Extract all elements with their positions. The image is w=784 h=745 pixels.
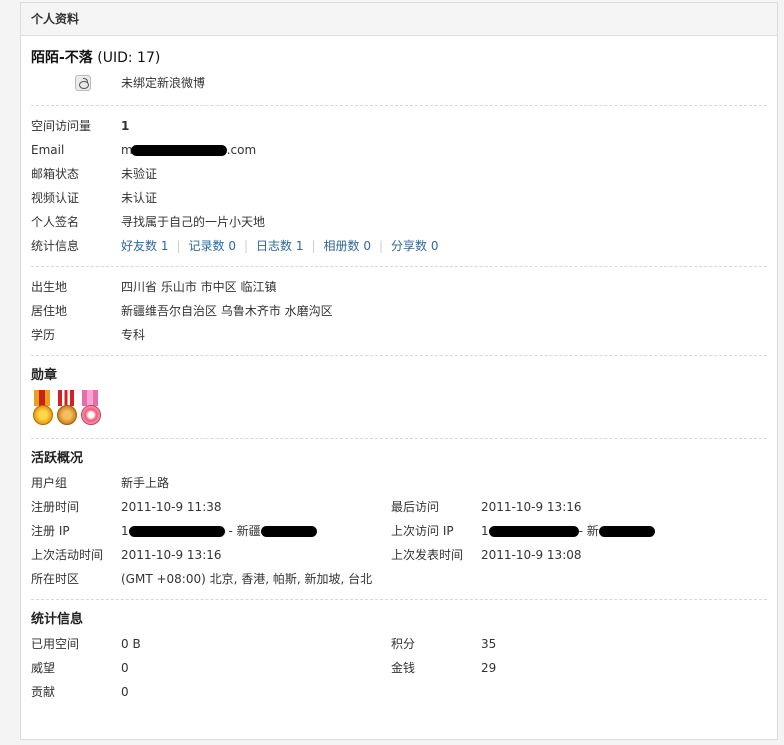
uid: (UID: 17) xyxy=(97,50,161,66)
lastip-label: 上次访问 IP xyxy=(391,524,454,538)
lastip-value: 1- 新 xyxy=(481,519,655,543)
medal-icon[interactable] xyxy=(79,390,101,426)
friends-link[interactable]: 好友数 1 xyxy=(121,239,168,253)
prestige-value: 0 xyxy=(121,661,129,675)
lastpost-label: 上次发表时间 xyxy=(391,548,464,562)
lastpost-value: 2011-10-9 13:08 xyxy=(481,548,582,562)
stats-row: 统计信息 好友数 1 | 记录数 0 | 日志数 1 | 相册数 0 | 分享数 0 xyxy=(31,234,767,258)
stats-label: 统计信息 xyxy=(31,239,80,253)
lastvisit-label: 最后访问 xyxy=(391,500,440,514)
medal-icon[interactable] xyxy=(31,390,53,426)
divider xyxy=(31,266,767,267)
shares-link[interactable]: 分享数 0 xyxy=(391,239,438,253)
statinfo-title: 统计信息 xyxy=(31,612,84,627)
divider xyxy=(31,355,767,356)
money-value: 29 xyxy=(481,661,497,675)
divider xyxy=(31,105,767,106)
user-title: 陌陌-不落 (UID: 17) xyxy=(31,47,767,69)
blogs-link[interactable]: 日志数 1 xyxy=(256,239,303,253)
contrib-row: 贡献 0 xyxy=(31,680,767,704)
timezone-label: 所在时区 xyxy=(31,572,80,586)
sign-value: 寻找属于自己的一片小天地 xyxy=(121,215,266,229)
space-label: 已用空间 xyxy=(31,637,80,651)
pipe-divider: | xyxy=(311,239,316,253)
prestige-label: 威望 xyxy=(31,661,56,675)
visits-value: 1 xyxy=(121,119,130,133)
usergroup-link[interactable]: 新手上路 xyxy=(121,471,169,495)
redaction-mark xyxy=(128,526,225,537)
residence-value: 新疆维吾尔自治区 乌鲁木齐市 水磨沟区 xyxy=(121,304,333,318)
redaction-mark xyxy=(260,526,317,537)
regtime-value: 2011-10-9 11:38 xyxy=(121,500,222,514)
mail-status-row: 邮箱状态 未验证 xyxy=(31,162,767,186)
contrib-value: 0 xyxy=(121,685,129,699)
regip-label: 注册 IP xyxy=(31,524,70,538)
profile-content: 陌陌-不落 (UID: 17) 未绑定新浪微博 空间访问量 1 Email m.… xyxy=(21,47,777,704)
ip-row: 注册 IP 1 - 新疆 上次访问 IP 1- 新 xyxy=(31,519,767,543)
medals-title: 勋章 xyxy=(31,368,58,383)
lastactive-value: 2011-10-9 13:16 xyxy=(121,548,222,562)
lastactive-label: 上次活动时间 xyxy=(31,548,104,562)
visits-label: 空间访问量 xyxy=(31,119,92,133)
space-row: 已用空间 0 B 积分 35 xyxy=(31,632,767,656)
usergroup-row: 用户组 新手上路 xyxy=(31,471,767,495)
medal-list xyxy=(31,390,767,430)
redaction-mark xyxy=(130,145,227,156)
lastactive-row: 上次活动时间 2011-10-9 13:16 上次发表时间 2011-10-9 … xyxy=(31,543,767,567)
education-row: 学历 专科 xyxy=(31,323,767,347)
divider xyxy=(31,599,767,600)
timezone-value: (GMT +08:00) 北京, 香港, 帕斯, 新加坡, 台北 xyxy=(121,572,373,586)
email-row: Email m .com xyxy=(31,138,767,162)
sign-label: 个人签名 xyxy=(31,215,80,229)
space-value: 0 B xyxy=(121,637,141,651)
usergroup-label: 用户组 xyxy=(31,476,68,490)
residence-label: 居住地 xyxy=(31,304,68,318)
panel-title: 个人资料 xyxy=(21,3,777,36)
visits-row: 空间访问量 1 xyxy=(31,114,767,138)
email-label: Email xyxy=(31,143,65,157)
weibo-status: 未绑定新浪微博 xyxy=(121,76,206,90)
birthplace-value: 四川省 乐山市 市中区 临江镇 xyxy=(121,280,277,294)
mail-status-value: 未验证 xyxy=(121,167,158,181)
sign-row: 个人签名 寻找属于自己的一片小天地 xyxy=(31,210,767,234)
pipe-divider: | xyxy=(243,239,248,253)
money-label: 金钱 xyxy=(391,661,416,675)
video-label: 视频认证 xyxy=(31,191,80,205)
activity-title: 活跃概况 xyxy=(31,451,84,466)
pipe-divider: | xyxy=(378,239,383,253)
video-value: 未认证 xyxy=(121,191,158,205)
mail-status-label: 邮箱状态 xyxy=(31,167,80,181)
redaction-mark xyxy=(488,526,579,537)
video-row: 视频认证 未认证 xyxy=(31,186,767,210)
prestige-row: 威望 0 金钱 29 xyxy=(31,656,767,680)
regtime-row: 注册时间 2011-10-9 11:38 最后访问 2011-10-9 13:1… xyxy=(31,495,767,519)
regip-value: 1 - 新疆 xyxy=(121,519,317,543)
redaction-mark xyxy=(598,526,655,537)
timezone-row: 所在时区 (GMT +08:00) 北京, 香港, 帕斯, 新加坡, 台北 xyxy=(31,567,767,591)
points-label: 积分 xyxy=(391,637,416,651)
records-link[interactable]: 记录数 0 xyxy=(189,239,236,253)
pipe-divider: | xyxy=(176,239,181,253)
birthplace-row: 出生地 四川省 乐山市 市中区 临江镇 xyxy=(31,275,767,299)
username: 陌陌-不落 xyxy=(31,50,93,66)
email-value: m .com xyxy=(121,143,257,157)
regtime-label: 注册时间 xyxy=(31,500,80,514)
points-value: 35 xyxy=(481,637,497,651)
lastvisit-value: 2011-10-9 13:16 xyxy=(481,500,582,514)
contrib-label: 贡献 xyxy=(31,685,56,699)
residence-row: 居住地 新疆维吾尔自治区 乌鲁木齐市 水磨沟区 xyxy=(31,299,767,323)
stats-links: 好友数 1 | 记录数 0 | 日志数 1 | 相册数 0 | 分享数 0 xyxy=(121,234,438,258)
albums-link[interactable]: 相册数 0 xyxy=(324,239,371,253)
weibo-row: 未绑定新浪微博 xyxy=(31,69,767,97)
weibo-icon[interactable] xyxy=(75,75,91,91)
profile-panel: 个人资料 陌陌-不落 (UID: 17) 未绑定新浪微博 空间访问量 1 Ema… xyxy=(20,2,778,740)
medal-icon[interactable] xyxy=(55,390,77,426)
education-label: 学历 xyxy=(31,328,56,342)
education-value: 专科 xyxy=(121,328,146,342)
birthplace-label: 出生地 xyxy=(31,280,68,294)
divider xyxy=(31,438,767,439)
